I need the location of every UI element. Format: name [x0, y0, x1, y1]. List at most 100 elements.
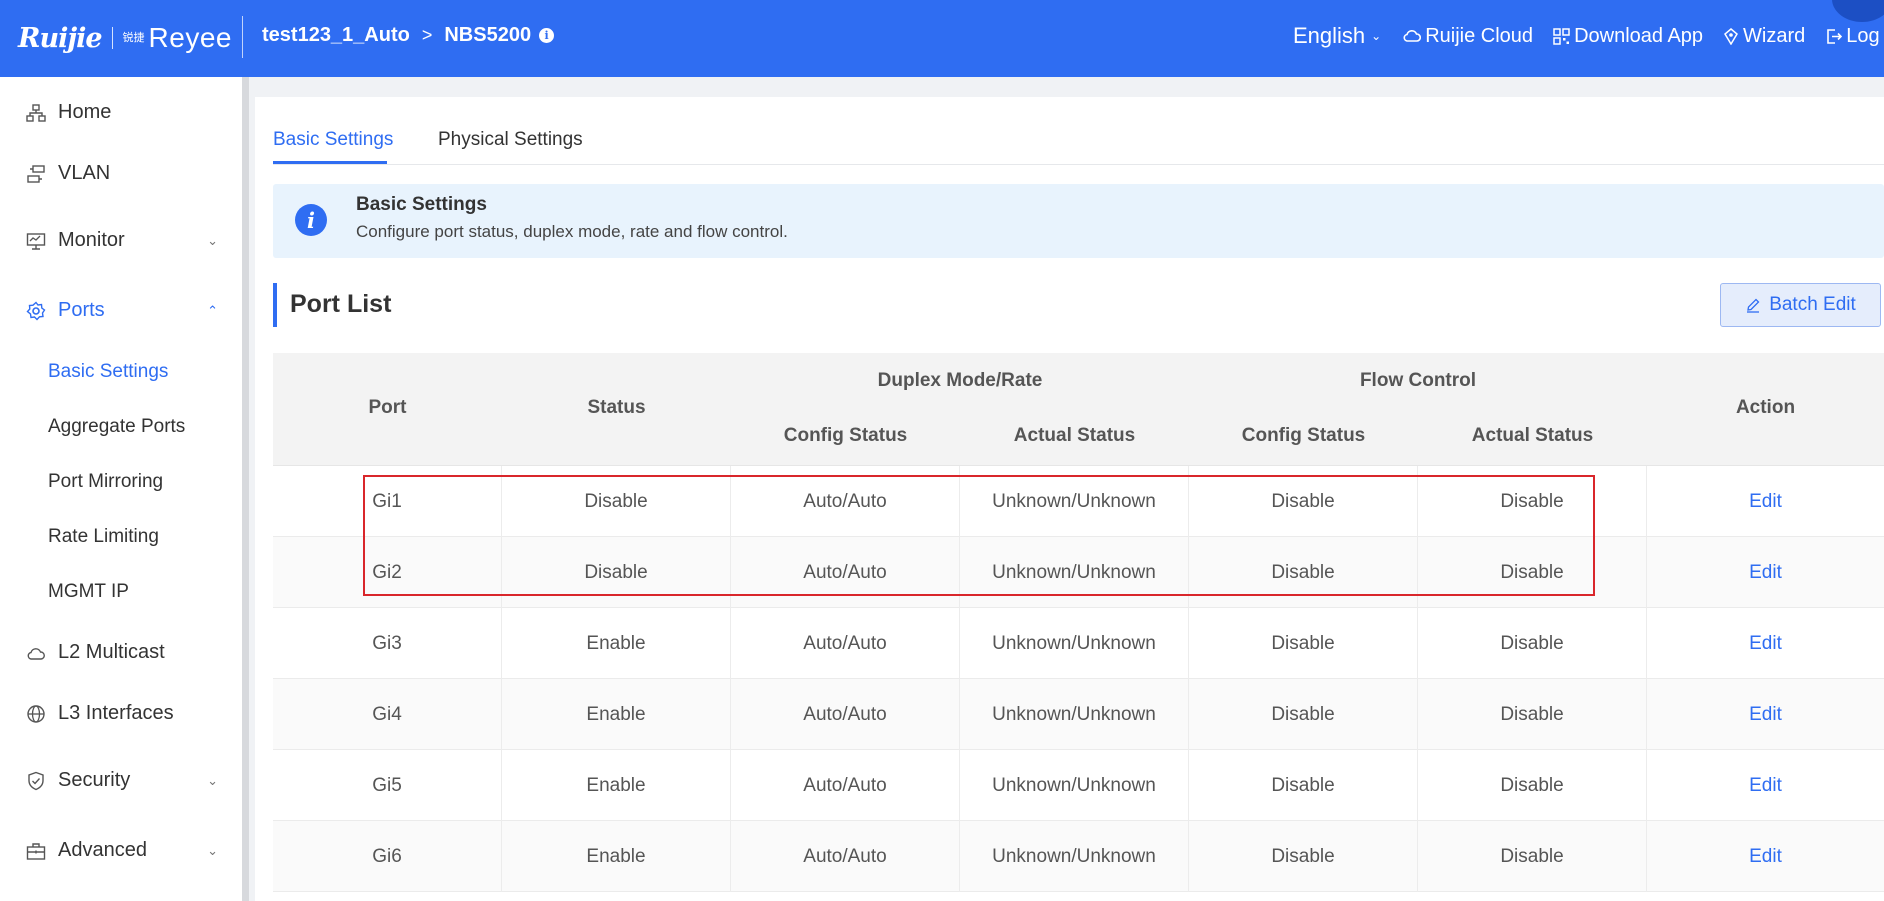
sidebar-item-label: Ports	[58, 299, 105, 321]
cell-port: Gi1	[273, 466, 502, 537]
sidebar-item-security[interactable]: Security ⌄	[26, 769, 218, 792]
sidebar-item-home[interactable]: Home	[26, 101, 218, 124]
sidebar-item-label: Advanced	[58, 839, 147, 861]
cell-flow-actual: Disable	[1418, 537, 1647, 608]
cell-duplex-config: Auto/Auto	[731, 821, 960, 892]
sidebar-subitem-mgmt-ip[interactable]: MGMT IP	[48, 581, 129, 603]
table-row: Gi3 Enable Auto/Auto Unknown/Unknown Dis…	[273, 608, 1884, 679]
edit-link[interactable]: Edit	[1647, 537, 1884, 608]
edit-link[interactable]: Edit	[1647, 679, 1884, 750]
cell-flow-actual: Disable	[1418, 821, 1647, 892]
sidebar-item-monitor[interactable]: Monitor ⌄	[26, 229, 218, 252]
header-duplex-group: Duplex Mode/Rate	[877, 370, 1043, 391]
monitor-icon	[26, 232, 46, 250]
table-row: Gi6 Enable Auto/Auto Unknown/Unknown Dis…	[273, 821, 1884, 892]
chevron-up-icon: ⌃	[207, 302, 218, 318]
cell-duplex-actual: Unknown/Unknown	[960, 679, 1189, 750]
cell-port: Gi2	[273, 537, 502, 608]
header-port: Port	[368, 397, 407, 418]
edit-link[interactable]: Edit	[1647, 750, 1884, 821]
table-row: Gi2 Disable Auto/Auto Unknown/Unknown Di…	[273, 537, 1884, 608]
section-accent-bar	[273, 283, 277, 327]
sidebar-subitem-rate-limiting[interactable]: Rate Limiting	[48, 526, 159, 548]
chevron-down-icon: ⌄	[207, 232, 218, 248]
table-row: Gi4 Enable Auto/Auto Unknown/Unknown Dis…	[273, 679, 1884, 750]
cell-status: Enable	[502, 750, 731, 821]
cell-status: Enable	[502, 608, 731, 679]
cell-duplex-actual: Unknown/Unknown	[960, 608, 1189, 679]
wizard-label: Wizard	[1743, 24, 1806, 47]
banner-description: Configure port status, duplex mode, rate…	[356, 222, 788, 241]
table-row: Gi5 Enable Auto/Auto Unknown/Unknown Dis…	[273, 750, 1884, 821]
cloud-icon	[27, 647, 45, 660]
wizard-link[interactable]: Wizard	[1723, 25, 1805, 48]
reyee-logo-text: Reyee	[148, 22, 232, 53]
sidebar-item-label: Monitor	[58, 229, 125, 251]
sidebar-subitem-basic-settings[interactable]: Basic Settings	[48, 361, 168, 383]
cell-duplex-config: Auto/Auto	[731, 750, 960, 821]
vlan-icon	[27, 164, 45, 183]
header-duplex-actual: Actual Status	[1013, 425, 1136, 446]
cloud-icon	[1403, 30, 1422, 42]
sidebar-item-l3-interfaces[interactable]: L3 Interfaces	[26, 702, 218, 725]
sidebar-item-label: L2 Multicast	[58, 641, 165, 663]
edit-link[interactable]: Edit	[1647, 821, 1884, 892]
sidebar-item-l2-multicast[interactable]: L2 Multicast	[26, 641, 218, 664]
reyee-cn-logo-text: 锐捷	[122, 31, 145, 44]
logout-label: Log Out	[1846, 24, 1884, 47]
cell-duplex-config: Auto/Auto	[731, 466, 960, 537]
cell-duplex-actual: Unknown/Unknown	[960, 537, 1189, 608]
top-header: Ruijie 锐捷 Reyee test123_1_Auto > NBS5200…	[0, 0, 1884, 77]
chevron-down-icon: ⌄	[207, 772, 218, 788]
header-divider	[242, 16, 243, 58]
wizard-icon	[1724, 27, 1739, 45]
cell-flow-actual: Disable	[1418, 608, 1647, 679]
ruijie-cloud-link[interactable]: Ruijie Cloud	[1403, 25, 1533, 48]
batch-edit-label: Batch Edit	[1769, 294, 1856, 315]
cell-flow-actual: Disable	[1418, 750, 1647, 821]
cell-status: Disable	[502, 466, 731, 537]
breadcrumb: test123_1_Auto > NBS5200 i	[262, 24, 555, 47]
cell-duplex-config: Auto/Auto	[731, 679, 960, 750]
info-banner: i Basic Settings Configure port status, …	[273, 184, 1884, 258]
info-icon[interactable]: i	[539, 28, 555, 43]
info-icon: i	[295, 204, 327, 236]
brand-logo[interactable]: Ruijie 锐捷 Reyee	[18, 22, 232, 54]
tab-physical-settings[interactable]: Physical Settings	[438, 129, 583, 151]
qr-code-icon	[1553, 27, 1570, 45]
cell-port: Gi3	[273, 608, 502, 679]
header-flow-group: Flow Control	[1359, 370, 1477, 391]
chevron-down-icon: ⌄	[207, 842, 218, 858]
tab-basic-settings[interactable]: Basic Settings	[273, 129, 393, 151]
sidebar-item-advanced[interactable]: Advanced ⌄	[26, 839, 218, 862]
sidebar-item-vlan[interactable]: VLAN	[26, 162, 218, 185]
cell-flow-actual: Disable	[1418, 466, 1647, 537]
cell-duplex-actual: Unknown/Unknown	[960, 750, 1189, 821]
table-row: Gi1 Disable Auto/Auto Unknown/Unknown Di…	[273, 466, 1884, 537]
language-select[interactable]: English ⌄	[1293, 23, 1381, 49]
edit-link[interactable]: Edit	[1647, 608, 1884, 679]
cell-duplex-config: Auto/Auto	[731, 537, 960, 608]
edit-pencil-icon	[1747, 298, 1760, 313]
active-tab-indicator	[273, 161, 387, 164]
sidebar-subitem-port-mirroring[interactable]: Port Mirroring	[48, 471, 163, 493]
ruijie-cloud-label: Ruijie Cloud	[1425, 24, 1534, 47]
table-header: Port Status Duplex Mode/Rate Config Stat…	[273, 353, 1884, 466]
logout-link[interactable]: Log Out	[1825, 25, 1884, 48]
cell-flow-config: Disable	[1189, 679, 1418, 750]
sidebar-item-label: L3 Interfaces	[58, 702, 174, 724]
sidebar-item-ports[interactable]: Ports ⌃	[26, 299, 218, 322]
header-duplex-config: Config Status	[783, 425, 908, 446]
avatar[interactable]	[1832, 0, 1884, 22]
sidebar-scrollbar[interactable]	[242, 77, 249, 901]
download-app-link[interactable]: Download App	[1553, 25, 1703, 48]
sidebar-subitem-aggregate-ports[interactable]: Aggregate Ports	[48, 416, 185, 438]
breadcrumb-project[interactable]: test123_1_Auto	[262, 24, 410, 47]
sidebar-item-label: Home	[58, 101, 112, 123]
tab-bar: Basic Settings Physical Settings	[273, 97, 1884, 165]
home-network-icon	[26, 103, 46, 122]
batch-edit-button[interactable]: Batch Edit	[1720, 283, 1881, 327]
cell-duplex-actual: Unknown/Unknown	[960, 821, 1189, 892]
chevron-down-icon: ⌄	[1371, 29, 1382, 43]
edit-link[interactable]: Edit	[1647, 466, 1884, 537]
